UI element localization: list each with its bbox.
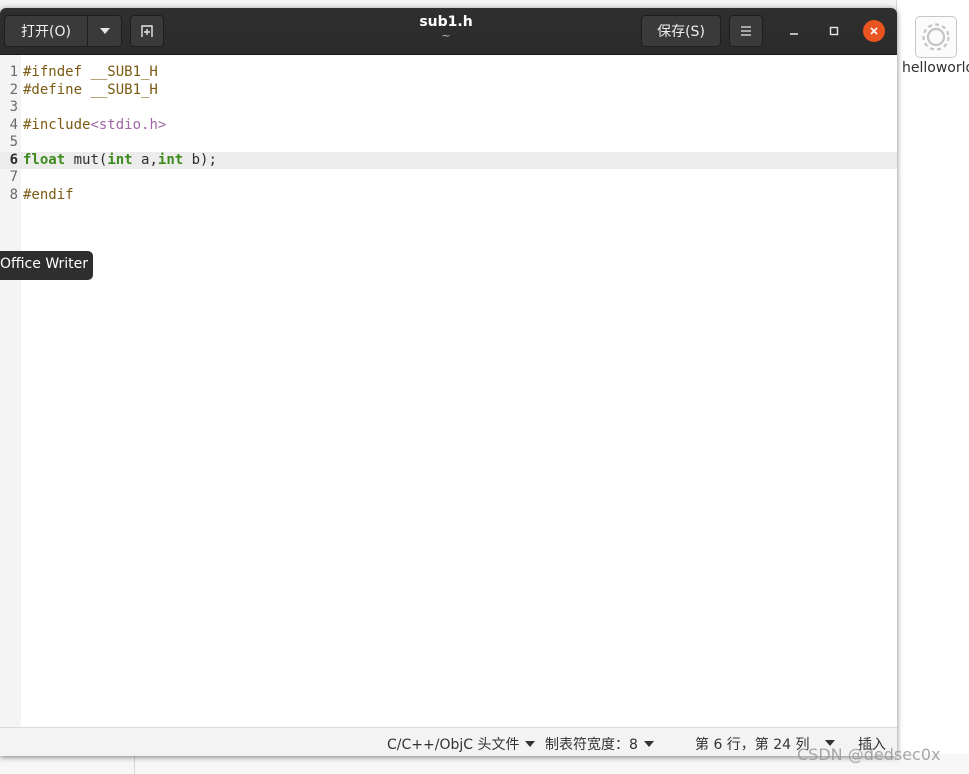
- new-document-icon: [141, 25, 153, 37]
- caret-down-icon: [525, 741, 536, 747]
- watermark-text: CSDN @dedsec0x: [797, 745, 941, 764]
- code-token: b);: [183, 151, 217, 168]
- code-line[interactable]: 5: [0, 134, 897, 152]
- text-editor[interactable]: 1 #ifndef __SUB1_H 2 #define __SUB1_H 3 4 #inc…: [0, 55, 897, 727]
- menu-button[interactable]: [729, 15, 763, 47]
- language-label: C/C++/ObjC 头文件: [387, 737, 520, 753]
- code-line[interactable]: 8 #endif: [0, 187, 897, 205]
- close-button[interactable]: [863, 20, 885, 42]
- desktop-divider: [134, 754, 135, 774]
- desktop-file-helloworld[interactable]: helloworld: [900, 14, 969, 84]
- language-selector[interactable]: C/C++/ObjC 头文件: [387, 734, 536, 754]
- code-token: #include: [23, 116, 91, 133]
- status-bar: C/C++/ObjC 头文件 制表符宽度：8 第 6 行，第 24 列 插入: [0, 727, 897, 756]
- gear-document-icon: [915, 16, 957, 58]
- code-line[interactable]: 2 #define __SUB1_H: [0, 82, 897, 100]
- code-token: #endif: [23, 186, 74, 203]
- tooltip-text: Office Writer: [0, 256, 89, 272]
- code-token: mut(: [65, 151, 108, 168]
- header-bar: 打开(O) sub1.h ~ 保存(S): [0, 8, 897, 55]
- line-number: 1: [9, 64, 18, 80]
- code-token: float: [23, 151, 66, 168]
- code-token: #ifndef __SUB1_H: [23, 64, 158, 80]
- minimize-button[interactable]: [783, 20, 805, 42]
- line-number: 6: [9, 151, 18, 168]
- line-number: 4: [9, 116, 18, 133]
- line-number: 3: [9, 99, 18, 115]
- code-text: float mut(int a,int b);: [23, 152, 217, 170]
- save-button[interactable]: 保存(S): [641, 15, 721, 47]
- caret-down-icon: [99, 28, 110, 34]
- line-number: 2: [9, 81, 18, 98]
- window-subtitle: ~: [441, 29, 451, 42]
- code-text: #ifndef __SUB1_H: [23, 64, 158, 82]
- maximize-icon: [829, 26, 839, 36]
- open-button[interactable]: 打开(O): [4, 15, 88, 47]
- cursor-position-label: 第 6 行，第 24 列: [695, 737, 810, 753]
- line-number: 7: [9, 169, 18, 185]
- caret-down-icon: [643, 741, 654, 747]
- code-line[interactable]: 6 float mut(int a,int b);: [0, 151, 897, 170]
- code-text: #include<stdio.h>: [23, 117, 166, 135]
- code-text: #endif: [23, 187, 74, 205]
- cursor-position-selector[interactable]: 第 6 行，第 24 列: [695, 734, 810, 754]
- line-number: 5: [9, 134, 18, 150]
- line-number: 8: [9, 186, 18, 203]
- gedit-window: 打开(O) sub1.h ~ 保存(S) 1 #ifndef __SUB1_H …: [0, 8, 897, 756]
- code-token: int: [157, 151, 184, 168]
- code-line[interactable]: 7: [0, 169, 897, 187]
- window-title: sub1.h: [419, 14, 473, 30]
- code-token: #define __SUB1_H: [23, 81, 158, 98]
- code-line[interactable]: 4 #include<stdio.h>: [0, 117, 897, 135]
- close-icon: [870, 27, 878, 35]
- tab-width-label: 制表符宽度：8: [545, 737, 638, 753]
- desktop-file-label: helloworld: [902, 60, 969, 76]
- title-block: sub1.h ~: [346, 14, 546, 42]
- dock-tooltip: Office Writer: [0, 251, 93, 280]
- code-token: a,: [132, 151, 158, 168]
- hamburger-menu-icon: [741, 26, 751, 36]
- code-token: <stdio.h>: [90, 116, 167, 133]
- tab-width-selector[interactable]: 制表符宽度：8: [545, 734, 654, 754]
- code-line[interactable]: 1 #ifndef __SUB1_H: [0, 64, 897, 82]
- minimize-icon: [790, 33, 798, 35]
- code-text: #define __SUB1_H: [23, 82, 158, 100]
- code-token: int: [107, 151, 133, 168]
- open-dropdown-button[interactable]: [87, 15, 122, 47]
- maximize-button[interactable]: [823, 20, 845, 42]
- desktop-file-area: [896, 0, 969, 774]
- code-line[interactable]: 3: [0, 99, 897, 117]
- new-tab-button[interactable]: [130, 15, 164, 47]
